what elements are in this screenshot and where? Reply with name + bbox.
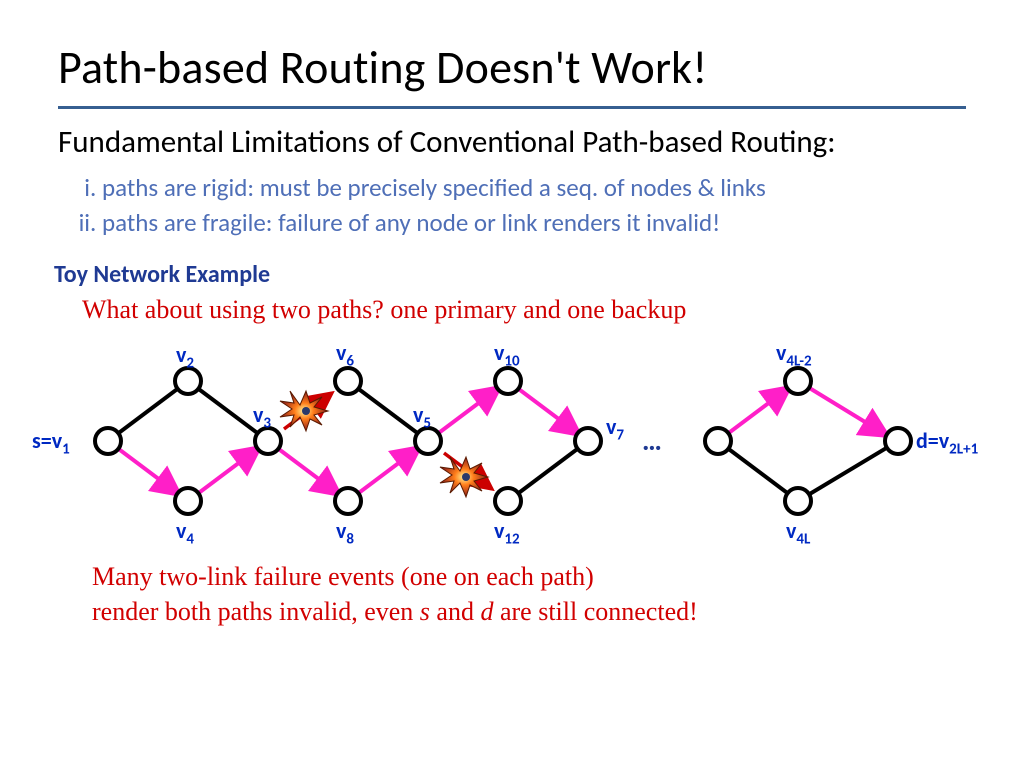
point-i: paths are rigid: must be precisely speci…	[102, 170, 966, 205]
subtitle: Fundamental Limitations of Conventional …	[58, 123, 966, 162]
point-ii: paths are fragile: failure of any node o…	[102, 205, 966, 240]
label-v5: v5	[413, 401, 431, 432]
ellipsis: …	[642, 423, 662, 458]
label-d: d=v2L+1	[916, 427, 978, 458]
question-text: What about using two paths? one primary …	[82, 295, 966, 325]
label-s: s=v1	[32, 427, 70, 458]
primary-edges	[108, 381, 898, 501]
label-v4l-2: v4L-2	[776, 339, 812, 370]
label-v6: v6	[336, 339, 354, 370]
title-rule	[58, 106, 966, 109]
conclusion-text: Many two-link failure events (one on eac…	[92, 559, 966, 629]
label-v4l: v4L	[786, 517, 810, 548]
toy-heading: Toy Network Example	[54, 260, 966, 289]
limitation-list: paths are rigid: must be precisely speci…	[58, 170, 966, 240]
network-diagram: s=v1 v2 v3 v4 v6 v5 v8 v10 v7 v12 v4L-2 …	[38, 331, 998, 551]
label-v12: v12	[494, 517, 520, 548]
label-v8: v8	[336, 517, 354, 548]
label-v3: v3	[253, 401, 271, 432]
nodes	[95, 368, 911, 514]
label-v7: v7	[606, 413, 624, 444]
label-v4: v4	[176, 517, 194, 548]
failure-icon	[440, 457, 488, 497]
label-v2: v2	[176, 341, 194, 372]
slide-body: Path-based Routing Doesn't Work! Fundame…	[0, 0, 1024, 629]
slide-title: Path-based Routing Doesn't Work!	[58, 40, 966, 96]
label-v10: v10	[494, 339, 520, 370]
